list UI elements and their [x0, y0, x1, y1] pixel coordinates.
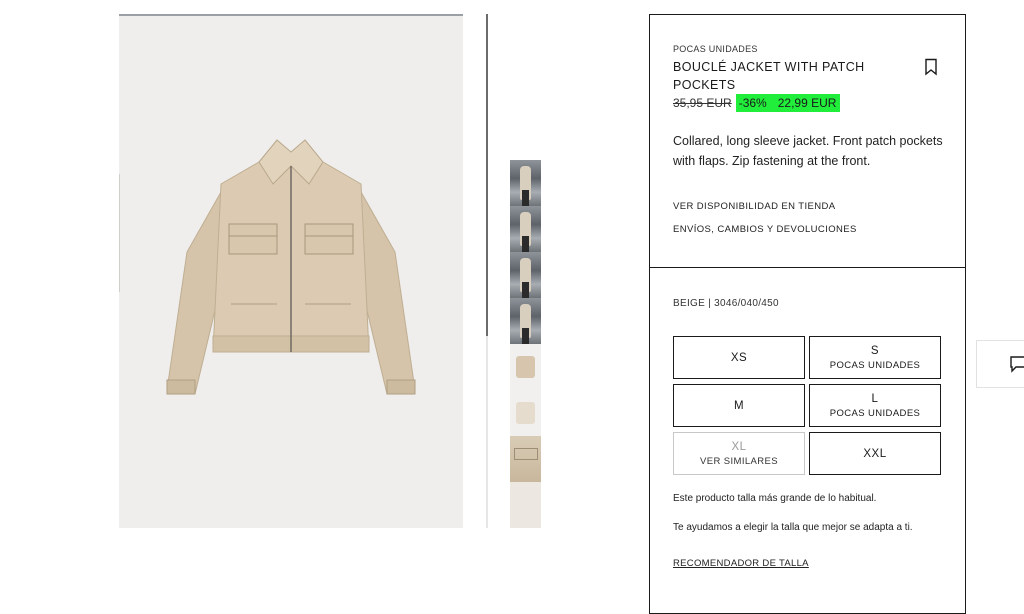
size-option-s[interactable]: S POCAS UNIDADES — [809, 336, 941, 379]
product-title: BOUCLÉ JACKET WITH PATCH POCKETS — [673, 60, 865, 92]
size-option-xxl[interactable]: XXL — [809, 432, 941, 475]
size-recommender-link[interactable]: RECOMENDADOR DE TALLA — [673, 558, 809, 569]
thumbnail-sleeve-detail[interactable] — [510, 482, 541, 528]
thumbnail-model-4[interactable] — [510, 298, 541, 344]
size-option-xs[interactable]: XS — [673, 336, 805, 379]
stock-note: POCAS UNIDADES — [673, 44, 758, 54]
size-note: POCAS UNIDADES — [829, 359, 921, 371]
gallery-scrollbar-thumb[interactable] — [486, 14, 488, 336]
thumbnail-model-1[interactable] — [510, 160, 541, 206]
size-option-m[interactable]: M — [673, 384, 805, 427]
product-info-panel: POCAS UNIDADES BOUCLÉ JACKET WITH PATCH … — [649, 14, 966, 614]
jacket-illustration — [166, 139, 416, 395]
store-availability-link[interactable]: VER DISPONIBILIDAD EN TIENDA — [673, 201, 836, 212]
image-edge-line — [119, 174, 120, 292]
thumbnail-strip — [510, 160, 541, 528]
size-label: M — [733, 399, 745, 412]
thumbnail-model-2[interactable] — [510, 206, 541, 252]
bookmark-icon[interactable] — [924, 58, 938, 76]
panel-divider — [650, 267, 965, 268]
thumbnail-detail[interactable] — [510, 436, 541, 482]
shipping-returns-link[interactable]: ENVÍOS, CAMBIOS Y DEVOLUCIONES — [673, 224, 857, 235]
discount-badge: -36% — [735, 94, 770, 112]
size-note: VER SIMILARES — [699, 455, 779, 467]
size-label: XS — [730, 351, 748, 364]
fit-note: Este producto talla más grande de lo hab… — [673, 493, 877, 504]
color-reference: BEIGE | 3046/040/450 — [673, 298, 779, 309]
thumbnail-model-3[interactable] — [510, 252, 541, 298]
image-top-border — [119, 14, 463, 16]
size-option-l[interactable]: L POCAS UNIDADES — [809, 384, 941, 427]
chat-button[interactable] — [976, 340, 1024, 388]
size-help-text: Te ayudamos a elegir la talla que mejor … — [673, 522, 913, 533]
sale-price: 22,99 EUR — [769, 94, 841, 112]
thumbnail-flat-pale[interactable] — [510, 390, 541, 436]
old-price: 35,95 EUR — [673, 96, 732, 110]
size-option-xl[interactable]: XL VER SIMILARES — [673, 432, 805, 475]
product-description: Collared, long sleeve jacket. Front patc… — [673, 134, 943, 168]
main-product-image[interactable] — [119, 14, 463, 528]
size-label: S — [870, 344, 880, 357]
thumbnail-flat[interactable] — [510, 344, 541, 390]
size-label: XXL — [863, 447, 887, 460]
size-label: XL — [731, 440, 747, 453]
size-note: POCAS UNIDADES — [829, 407, 921, 419]
size-label: L — [871, 392, 879, 405]
price-row: 35,95 EUR -36% 22,99 EUR — [673, 94, 841, 112]
chat-icon — [1010, 356, 1024, 373]
